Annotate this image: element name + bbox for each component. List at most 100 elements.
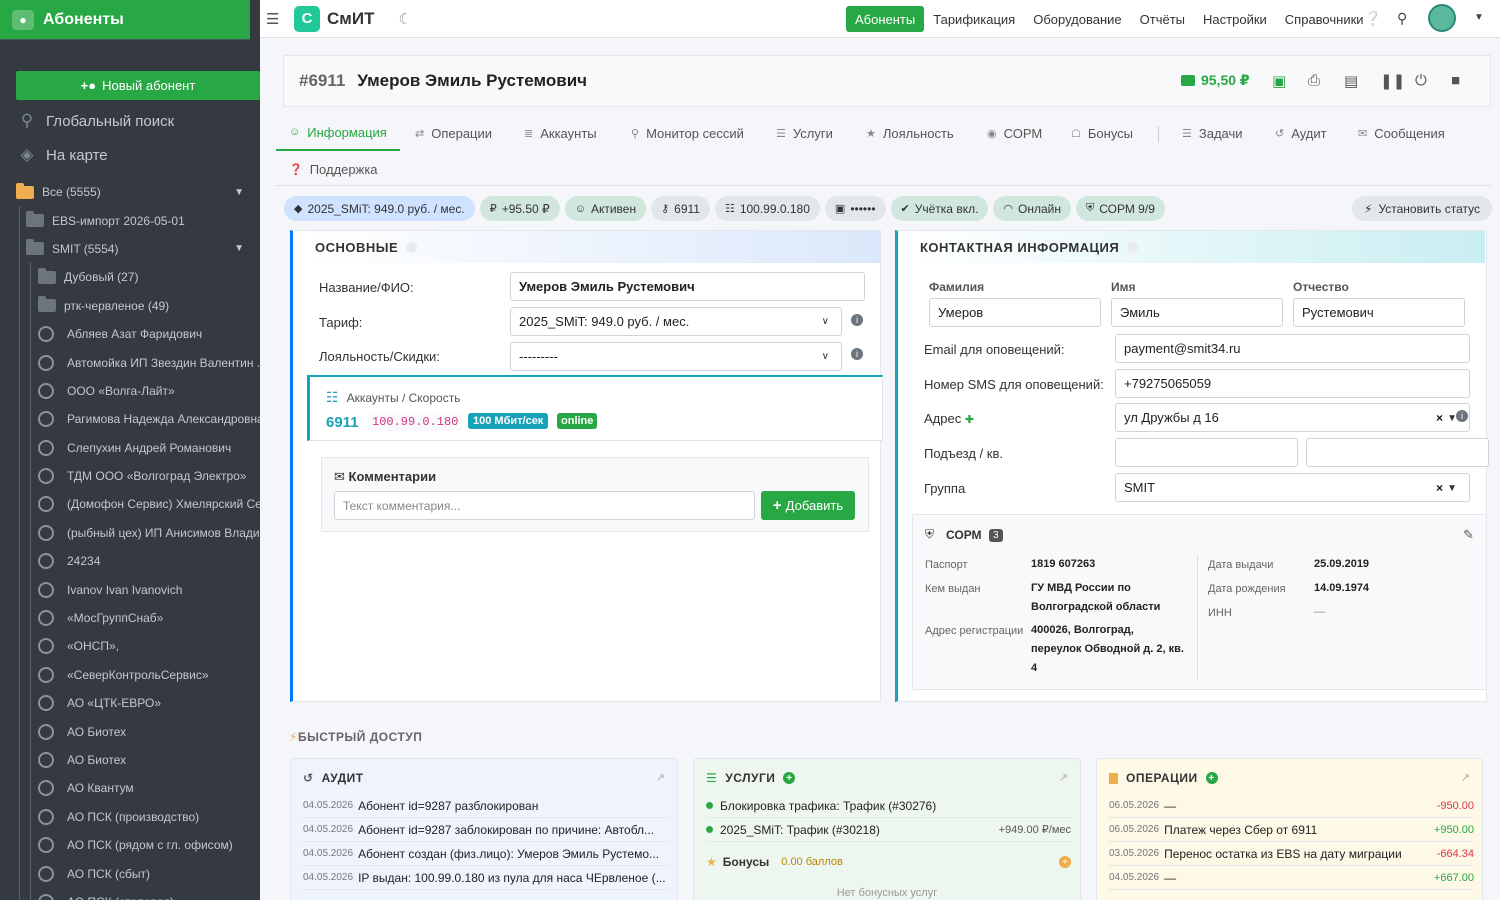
tab-7[interactable]: ◉ СОРМ: [974, 115, 1055, 151]
external-link-icon[interactable]: ↗: [656, 771, 665, 784]
tree-item[interactable]: Дубовый (27): [16, 263, 260, 291]
tree-item[interactable]: АО Биотех: [16, 746, 260, 774]
external-link-icon[interactable]: ↗: [1461, 771, 1470, 784]
operation-row[interactable]: 06.05.2026 — -950.00: [1109, 794, 1474, 818]
nav-item-5[interactable]: Настройки: [1194, 6, 1276, 32]
patronymic-field[interactable]: Рустемович: [1293, 298, 1465, 327]
tree-item[interactable]: АО ПСК (производство): [16, 803, 260, 831]
apartment-field[interactable]: [1306, 438, 1489, 467]
tree-item[interactable]: Рагимова Надежда Александровна: [16, 405, 260, 433]
email-field[interactable]: payment@smit34.ru: [1115, 334, 1470, 363]
nav-item-2[interactable]: Тарификация: [924, 6, 1024, 32]
tab-4[interactable]: ⚲ Монитор сессий: [618, 115, 757, 151]
set-status-button[interactable]: ⚡ Установить статус: [1352, 196, 1493, 221]
info-icon[interactable]: i: [851, 348, 863, 360]
tree-item[interactable]: ртк-червленое (49): [16, 292, 260, 320]
add-service-icon[interactable]: +: [783, 772, 796, 784]
logo-icon[interactable]: С: [294, 5, 320, 32]
tab-11[interactable]: ✉ Сообщения: [1345, 115, 1458, 151]
tab-12[interactable]: ❓ Поддержка: [276, 151, 391, 187]
tree-item[interactable]: (Домофон Сервис) Хмелярский Се...: [16, 490, 260, 518]
search-icon[interactable]: ⚲: [1397, 10, 1407, 27]
tab-2[interactable]: ⇄ Операции: [402, 115, 505, 151]
tree-item[interactable]: АО ПСК (столовая): [16, 888, 260, 900]
address-select[interactable]: ул Дружбы д 16 × ▼: [1115, 403, 1470, 432]
audit-row[interactable]: 04.05.2026 Абонент id=9287 разблокирован: [303, 794, 668, 818]
document-icon[interactable]: ▤: [1344, 72, 1358, 90]
service-row[interactable]: 2025_SMiT: Трафик (#30218) +949.00 ₽/мес: [706, 818, 1071, 842]
nav-item-3[interactable]: Оборудование: [1024, 6, 1130, 32]
loyalty-select[interactable]: --------- ∨: [510, 342, 842, 371]
comment-input[interactable]: Текст комментария...: [334, 491, 755, 520]
info-icon[interactable]: [1127, 241, 1139, 253]
group-select[interactable]: SMIT × ▼: [1115, 473, 1470, 502]
moon-icon[interactable]: ☾: [398, 10, 411, 28]
logo-text[interactable]: СмИТ: [327, 9, 374, 29]
add-comment-button[interactable]: + Добавить: [761, 491, 855, 520]
tree-item[interactable]: SMIT (5554) ▼: [16, 235, 260, 263]
tab-3[interactable]: ≣ Аккаунты: [511, 115, 610, 151]
print-icon[interactable]: ⎙: [1308, 72, 1320, 89]
sms-field[interactable]: +79275065059: [1115, 369, 1470, 398]
tab-1[interactable]: ☺ Информация: [276, 115, 400, 151]
add-bonus-icon[interactable]: +: [1059, 856, 1071, 868]
nav-item-1[interactable]: Абоненты: [846, 6, 925, 32]
account-id[interactable]: 6911: [326, 414, 359, 431]
tree-item[interactable]: Слепухин Андрей Романович: [16, 434, 260, 462]
chevron-down-icon[interactable]: ▼: [1447, 483, 1457, 494]
info-icon[interactable]: i: [851, 314, 863, 326]
tree-item[interactable]: АО ПСК (рядом с гл. офисом): [16, 831, 260, 859]
tree-item[interactable]: АО Биотех: [16, 717, 260, 745]
tree-item[interactable]: АО «ЦТК-ЕВРО»: [16, 689, 260, 717]
info-icon[interactable]: [406, 241, 418, 253]
help-icon[interactable]: ❔: [1364, 10, 1381, 27]
tab-9[interactable]: ☰ Задачи: [1169, 115, 1256, 151]
power-icon[interactable]: ⏻: [1415, 72, 1427, 89]
service-row[interactable]: Блокировка трафика: Трафик (#30276): [706, 794, 1071, 818]
operation-row[interactable]: 04.05.2026 — +667.00: [1109, 866, 1474, 890]
tree-item[interactable]: Автомойка ИП Звездин Валентин ...: [16, 348, 260, 376]
tree-item[interactable]: «МосГруппСнаб»: [16, 604, 260, 632]
add-circle-icon[interactable]: ✚: [965, 414, 974, 426]
tree-item[interactable]: EBS-импорт 2026-05-01: [16, 206, 260, 234]
tab-10[interactable]: ↺ Аудит: [1262, 115, 1340, 151]
nav-item-4[interactable]: Отчёты: [1131, 6, 1194, 32]
firstname-field[interactable]: Эмиль: [1111, 298, 1283, 327]
tree-item[interactable]: 24234: [16, 547, 260, 575]
audit-row[interactable]: 04.05.2026 IP выдан: 100.99.0.180 из пула…: [303, 866, 668, 890]
tree-item[interactable]: АО ПСК (сбыт): [16, 859, 260, 887]
clear-icon[interactable]: ×: [1436, 411, 1443, 425]
map-link[interactable]: ◈ На карте: [16, 145, 107, 165]
trash-icon[interactable]: ■: [1451, 72, 1460, 89]
tree-item[interactable]: Абляев Азат Фаридович: [16, 320, 260, 348]
operation-row[interactable]: 06.05.2026 Платеж через Сбер от 6911 +950.…: [1109, 818, 1474, 842]
pause-icon[interactable]: ❚❚: [1380, 72, 1405, 90]
operation-row[interactable]: 03.05.2026 Перенос остатка из EBS на дату…: [1109, 842, 1474, 866]
name-field[interactable]: Умеров Эмиль Рустемович: [510, 272, 865, 301]
tree-item[interactable]: Все (5555) ▼: [16, 178, 260, 206]
external-link-icon[interactable]: ↗: [1059, 771, 1068, 784]
nav-item-6[interactable]: Справочники: [1276, 6, 1373, 32]
chevron-down-icon[interactable]: ▼: [1474, 12, 1484, 23]
save-icon[interactable]: ▣: [1272, 72, 1286, 90]
tariff-select[interactable]: 2025_SMiT: 949.0 руб. / мес. ∨: [510, 307, 842, 336]
add-operation-icon[interactable]: +: [1205, 772, 1218, 784]
info-icon[interactable]: i: [1456, 410, 1468, 422]
tree-item[interactable]: ООО «Волга-Лайт»: [16, 377, 260, 405]
chevron-down-icon[interactable]: ▼: [234, 243, 244, 254]
tab-5[interactable]: ☰ Услуги: [763, 115, 846, 151]
edit-icon[interactable]: ✎: [1463, 527, 1474, 543]
audit-row[interactable]: 04.05.2026 Абонент создан (физ.лицо): Уме…: [303, 842, 668, 866]
tree-item[interactable]: АО Квантум: [16, 774, 260, 802]
tab-8[interactable]: ☖ Бонусы: [1058, 115, 1146, 151]
sidebar-brand[interactable]: ● Абоненты: [0, 0, 250, 40]
global-search-link[interactable]: ⚲ Глобальный поиск: [16, 111, 174, 131]
tab-6[interactable]: ★ Лояльность: [853, 115, 967, 151]
new-subscriber-button[interactable]: +● Новый абонент: [16, 71, 260, 100]
chevron-down-icon[interactable]: ▼: [234, 187, 244, 198]
audit-row[interactable]: 04.05.2026 Абонент id=9287 заблокирован п…: [303, 818, 668, 842]
tree-item[interactable]: «ОНСП»,: [16, 632, 260, 660]
tree-item[interactable]: «СеверКонтрольСервис»: [16, 661, 260, 689]
tree-item[interactable]: (рыбный цех) ИП Анисимов Влади...: [16, 519, 260, 547]
menu-icon[interactable]: ☰: [266, 10, 279, 28]
